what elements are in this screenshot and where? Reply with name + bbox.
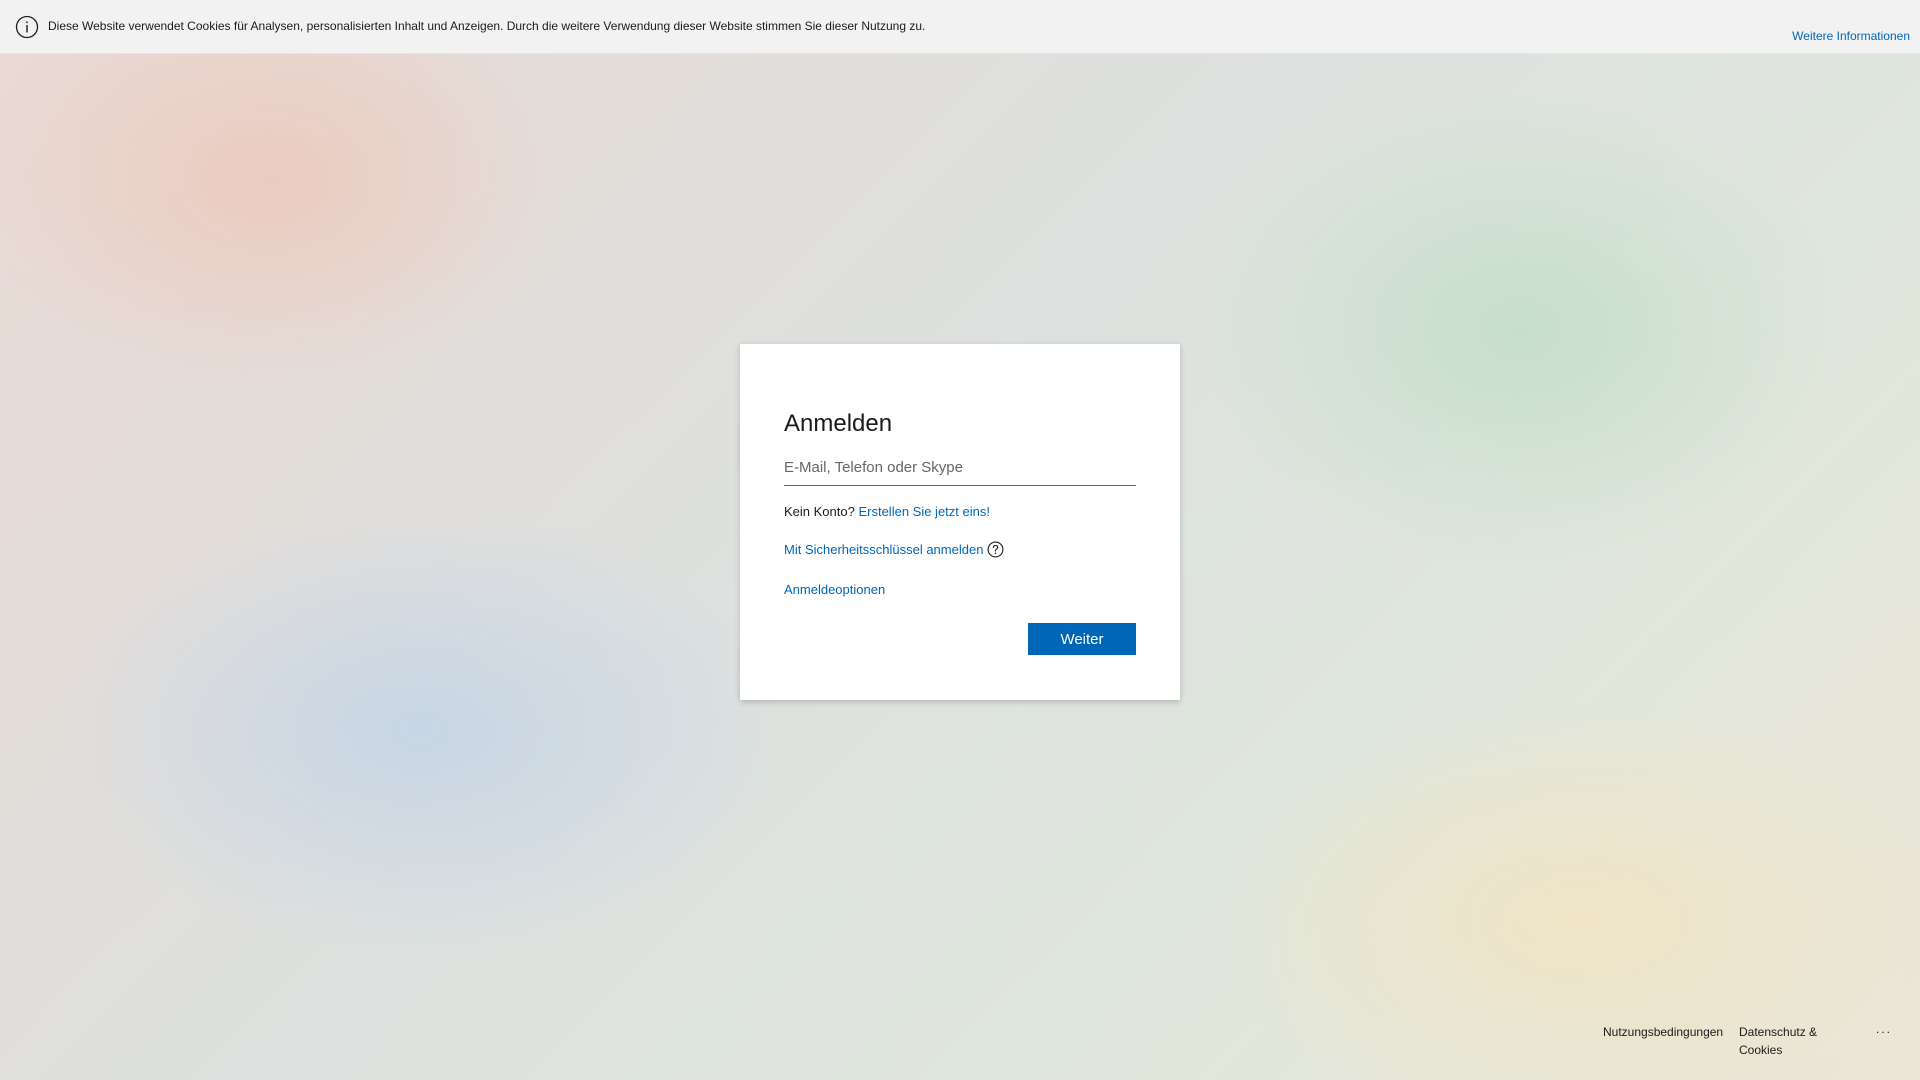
help-circle-icon[interactable]	[987, 541, 1004, 558]
more-options-button[interactable]: ...	[1876, 1022, 1892, 1036]
security-key-signin-link[interactable]: Mit Sicherheitsschlüssel anmelden	[784, 542, 983, 557]
next-button[interactable]: Weiter	[1028, 623, 1136, 655]
signin-card: Anmelden Kein Konto? Erstellen Sie jetzt…	[740, 344, 1180, 700]
signin-options-link[interactable]: Anmeldeoptionen	[784, 582, 885, 597]
no-account-label: Kein Konto?	[784, 504, 855, 519]
no-account-row: Kein Konto? Erstellen Sie jetzt eins!	[784, 504, 990, 519]
terms-of-use-link[interactable]: Nutzungsbedingungen	[1603, 1023, 1723, 1041]
cookie-banner: Diese Website verwendet Cookies für Anal…	[0, 0, 1920, 54]
more-information-link[interactable]: Weitere Informationen	[1792, 29, 1910, 43]
create-account-link[interactable]: Erstellen Sie jetzt eins!	[858, 504, 990, 519]
info-icon	[15, 15, 39, 39]
page-title: Anmelden	[784, 410, 893, 437]
email-field[interactable]	[784, 450, 1136, 486]
security-key-row: Mit Sicherheitsschlüssel anmelden	[784, 541, 1004, 558]
cookie-banner-text: Diese Website verwendet Cookies für Anal…	[48, 19, 926, 33]
privacy-cookies-link[interactable]: Datenschutz & Cookies	[1739, 1023, 1829, 1059]
